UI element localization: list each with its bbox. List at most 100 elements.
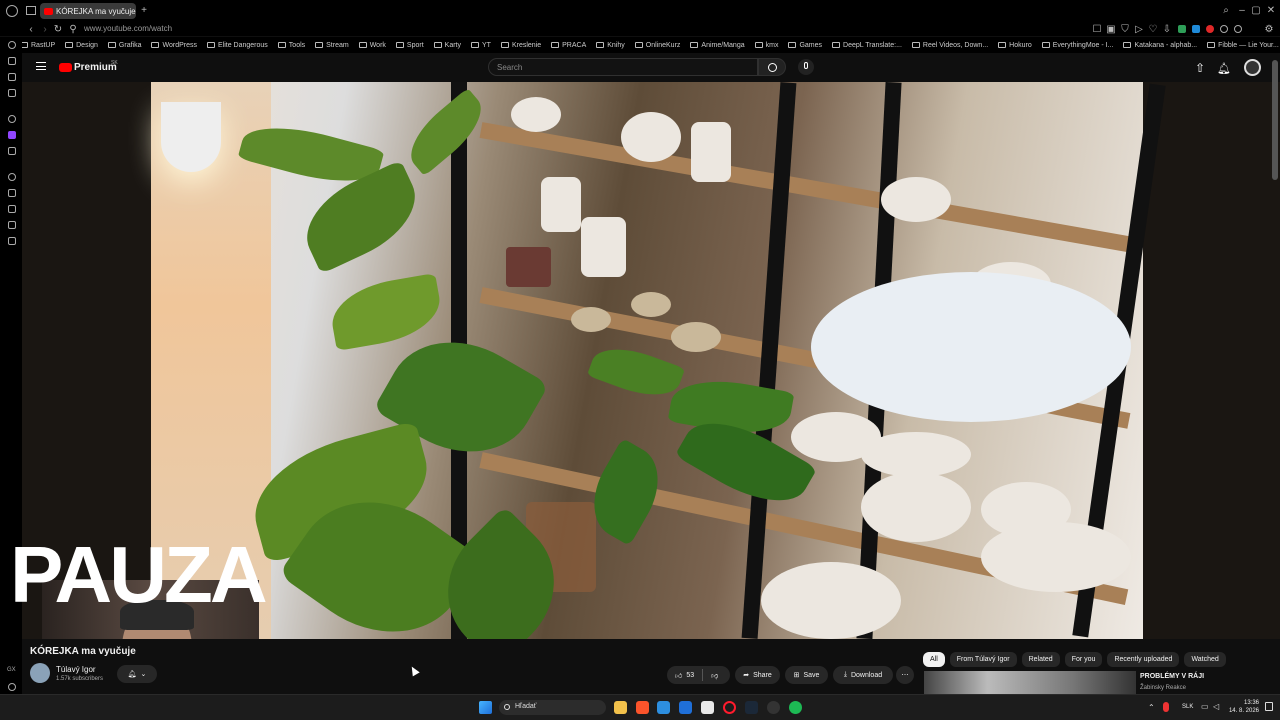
bookmark-item[interactable]: Kreslenie — [500, 42, 541, 49]
browser-menu-icon[interactable] — [6, 5, 18, 17]
account-avatar[interactable] — [1244, 59, 1261, 76]
download-browser-icon[interactable]: ⇩ — [1162, 24, 1172, 35]
tray-network-icon[interactable]: ▭ — [1201, 702, 1209, 711]
dislike-button[interactable]: 👎︎ — [711, 671, 718, 680]
bookmark-item[interactable]: Tools — [277, 42, 305, 49]
url-input[interactable]: www.youtube.com/watch — [84, 24, 172, 33]
site-info-icon[interactable]: ⚲ — [68, 24, 78, 35]
clock-time[interactable]: 13:36 — [1229, 700, 1259, 706]
start-windows-icon[interactable] — [479, 701, 492, 714]
bookmark-item[interactable]: Fibble — Lie Your... — [1207, 42, 1279, 49]
sidebar-map-icon[interactable] — [8, 205, 16, 213]
sidebar-player-icon[interactable] — [8, 189, 16, 197]
obs-icon[interactable] — [767, 701, 780, 714]
page-scrollbar[interactable] — [1272, 60, 1278, 180]
chip-all[interactable]: All — [923, 652, 945, 667]
recommendation-channel[interactable]: Žabinsky Reakce — [1140, 685, 1186, 691]
search-button[interactable] — [758, 58, 786, 76]
chip-for-you[interactable]: For you — [1064, 652, 1103, 667]
forward-icon[interactable]: › — [40, 24, 50, 35]
mail-app-icon[interactable] — [679, 701, 692, 714]
bookmark-item[interactable]: Reel Videos, Down... — [911, 42, 988, 49]
channel-avatar[interactable] — [30, 663, 50, 683]
bookmark-item[interactable]: Design — [65, 42, 98, 49]
tray-microphone-icon[interactable] — [1163, 702, 1169, 712]
bookmark-item[interactable]: Stream — [315, 42, 349, 49]
workspaces-icon[interactable] — [26, 6, 36, 15]
bookmark-item[interactable]: kmx — [754, 42, 778, 49]
bookmark-item[interactable]: RastUP — [20, 42, 55, 49]
taskbar-search[interactable]: Hľadať — [499, 700, 606, 715]
tray-volume-icon[interactable]: ◁ — [1213, 702, 1219, 711]
back-icon[interactable]: ‹ — [26, 24, 36, 35]
sidebar-extensions-icon[interactable] — [8, 221, 16, 229]
sidebar-twitch-icon[interactable] — [8, 131, 16, 139]
save-button[interactable]: ⊞ Save — [785, 666, 828, 684]
play-icon[interactable]: ▷ — [1134, 24, 1144, 35]
spotify-icon[interactable] — [789, 701, 802, 714]
voice-search-button[interactable] — [798, 59, 814, 75]
sidebar-list-icon[interactable] — [8, 237, 16, 245]
minimize-icon[interactable]: – — [1236, 4, 1248, 16]
sidebar-gx-icon[interactable]: GX — [7, 667, 16, 673]
bookmark-item[interactable]: PRACA — [551, 42, 586, 49]
menu-hamburger-icon[interactable] — [36, 62, 46, 70]
clock-date[interactable]: 14. 8. 2026 — [1225, 708, 1259, 714]
share-button[interactable]: ➦ Share — [735, 666, 780, 684]
like-button[interactable]: 👍︎ 53 — [675, 671, 694, 680]
sidebar-history-icon[interactable] — [8, 173, 16, 181]
shield-icon[interactable]: ⛉ — [1120, 24, 1130, 35]
brave-browser-icon[interactable] — [636, 701, 649, 714]
bookmark-item[interactable]: Games — [788, 42, 822, 49]
subscription-bell-button[interactable]: 🔔︎ ⌄ — [117, 665, 157, 683]
paint-app-icon[interactable] — [657, 701, 670, 714]
bookmark-item[interactable]: Karty — [433, 42, 461, 49]
close-window-icon[interactable]: ✕ — [1265, 4, 1277, 16]
bookmark-item[interactable]: Anime/Manga — [690, 42, 745, 49]
chip-from-t-lav-igor[interactable]: From Túlavý Igor — [949, 652, 1017, 667]
bookmark-item[interactable]: Grafika — [107, 42, 141, 49]
bookmark-item[interactable]: YT — [471, 42, 491, 49]
sidebar-messenger-icon[interactable] — [8, 73, 16, 81]
heart-icon[interactable]: ♡ — [1148, 24, 1158, 35]
recommendation-title[interactable]: PROBLÉMY V RÁJI — [1140, 673, 1204, 680]
profile-icon[interactable] — [1234, 25, 1242, 33]
settings-icon[interactable]: ⚙ — [1264, 24, 1274, 35]
more-actions-button[interactable]: ⋯ — [896, 666, 914, 684]
bookmark-item[interactable]: Katakana - alphab... — [1123, 42, 1197, 49]
extension-red-icon[interactable] — [1206, 25, 1214, 33]
chip-recently-uploaded[interactable]: Recently uploaded — [1107, 652, 1180, 667]
snapshot-icon[interactable]: ▣ — [1106, 24, 1116, 35]
reload-icon[interactable]: ↻ — [53, 24, 63, 35]
sidebar-gear-icon[interactable] — [8, 115, 16, 123]
file-explorer-icon[interactable] — [614, 701, 627, 714]
bookmark-item[interactable]: DeepL Translate:... — [832, 42, 902, 49]
bookmark-item[interactable]: Sport — [395, 42, 424, 49]
bookmark-item[interactable]: WordPress — [151, 42, 197, 49]
chip-related[interactable]: Related — [1021, 652, 1060, 667]
new-tab-icon[interactable]: + — [138, 4, 150, 16]
sidebar-home-icon[interactable] — [8, 41, 16, 49]
channel-name[interactable]: Túlavý Igor — [56, 665, 96, 674]
recommendation-thumbnail[interactable] — [924, 671, 1136, 694]
bookmark-icon[interactable]: ☐ — [1092, 24, 1102, 35]
maximize-icon[interactable]: ▢ — [1250, 4, 1262, 16]
tray-chevron-up-icon[interactable]: ⌃ — [1148, 703, 1155, 712]
sidebar-settings-icon[interactable] — [8, 683, 16, 691]
bookmark-item[interactable]: Work — [358, 42, 386, 49]
bookmark-item[interactable]: Hokuro — [998, 42, 1032, 49]
extension-blue-icon[interactable] — [1192, 25, 1200, 33]
bookmark-item[interactable]: OnlineKurz — [634, 42, 680, 49]
extension-green-icon[interactable] — [1178, 25, 1186, 33]
sidebar-apps-icon[interactable] — [8, 57, 16, 65]
notifications-bell-icon[interactable]: 🔔︎ — [1217, 62, 1231, 75]
youtube-logo-icon[interactable] — [59, 63, 72, 72]
steam-icon[interactable] — [745, 701, 758, 714]
active-tab[interactable]: KÓREJKA ma vyučuje — [40, 3, 136, 19]
chip-watched[interactable]: Watched — [1184, 652, 1226, 667]
opera-gx-icon[interactable] — [723, 701, 736, 714]
language-indicator[interactable]: SLK — [1182, 704, 1193, 710]
sidebar-bag-icon[interactable] — [8, 89, 16, 97]
download-button[interactable]: ⤓ Download — [833, 666, 893, 684]
bookmark-item[interactable]: Knihy — [596, 42, 625, 49]
